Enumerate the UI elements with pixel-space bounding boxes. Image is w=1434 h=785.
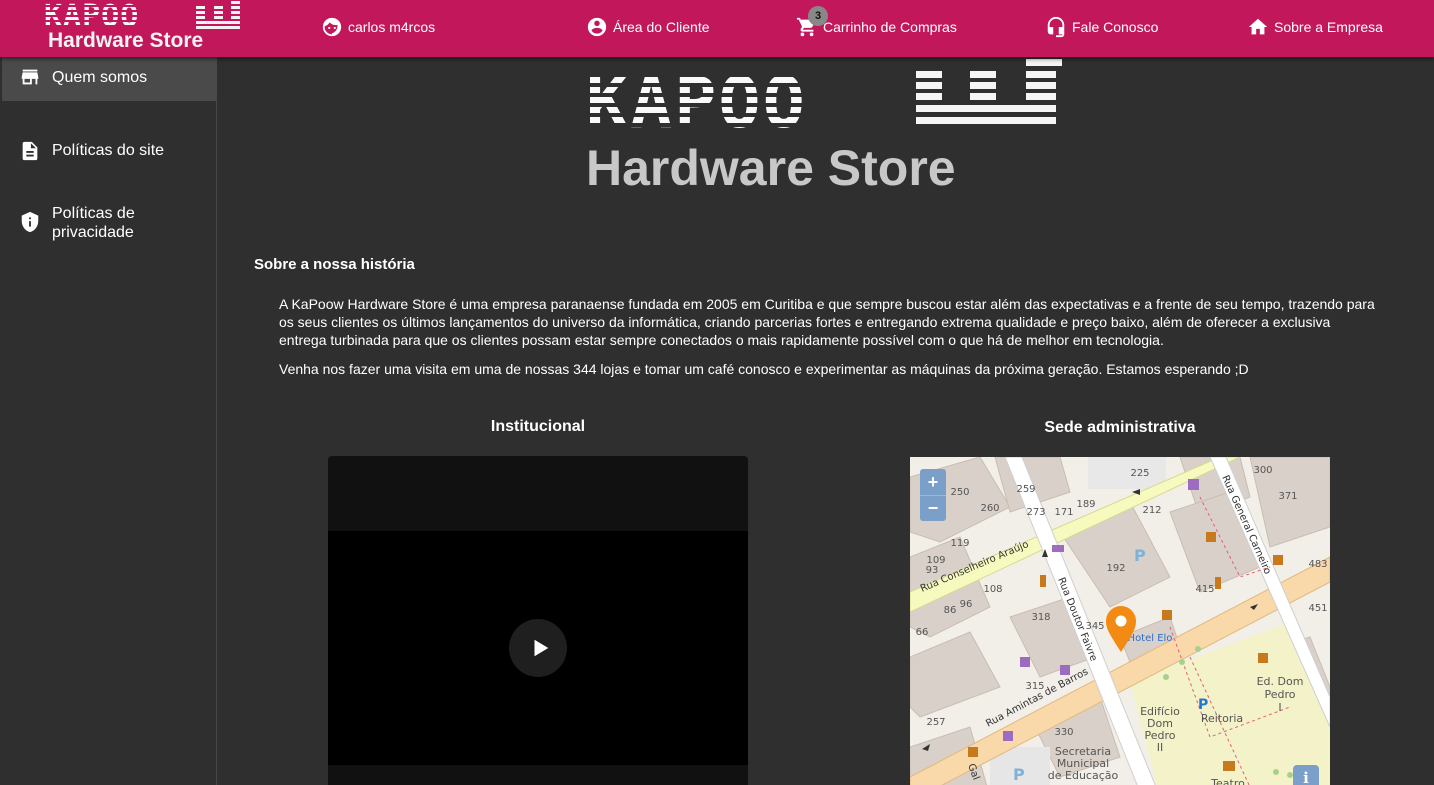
- user-name: carlos m4rcos: [348, 19, 436, 35]
- sidebar: Quem somos Políticas do site Políticas d…: [0, 57, 217, 785]
- svg-text:108: 108: [983, 584, 1002, 595]
- main-content: KAPOO Hardware Store Sobre a nossa histó…: [217, 57, 1434, 785]
- svg-text:66: 66: [916, 627, 929, 638]
- svg-text:260: 260: [980, 503, 999, 514]
- client-area-label: Área do Cliente: [613, 19, 710, 35]
- brand-logo-kapoo: KAPOO: [44, 0, 140, 34]
- svg-text:212: 212: [1142, 505, 1161, 516]
- brand-logo-subtitle: Hardware Store: [48, 29, 204, 52]
- svg-text:Reitoria: Reitoria: [1201, 712, 1243, 725]
- hero-logo-w-mark: [916, 59, 1062, 124]
- svg-text:371: 371: [1278, 491, 1297, 502]
- store-icon: [21, 69, 39, 85]
- svg-text:415: 415: [1195, 584, 1214, 595]
- headquarters-title: Sede administrativa: [1044, 419, 1196, 436]
- svg-text:259: 259: [1016, 484, 1035, 495]
- svg-text:II: II: [1157, 741, 1164, 754]
- map-zoom-in-button[interactable]: +: [920, 469, 946, 495]
- institutional-video-player[interactable]: [328, 456, 748, 785]
- headset-icon: [1047, 16, 1065, 38]
- svg-text:273: 273: [1026, 507, 1045, 518]
- cart-count-badge: 3: [808, 6, 828, 26]
- svg-text:300: 300: [1253, 465, 1272, 476]
- map-zoom-out-button[interactable]: −: [920, 495, 946, 521]
- svg-text:315: 315: [1025, 681, 1044, 692]
- svg-text:86: 86: [944, 605, 957, 616]
- hero-logo-subtitle: Hardware Store: [586, 140, 956, 196]
- svg-text:P: P: [1134, 546, 1146, 565]
- sidebar-item-label: Políticas do site: [52, 142, 165, 159]
- svg-text:225: 225: [1130, 468, 1149, 479]
- client-area-link[interactable]: Área do Cliente: [586, 15, 710, 39]
- contact-label: Fale Conosco: [1072, 19, 1159, 35]
- video-play-button[interactable]: [509, 619, 567, 677]
- institutional-title: Institucional: [490, 418, 586, 435]
- svg-text:96: 96: [960, 599, 973, 610]
- document-icon: [22, 141, 38, 161]
- sidebar-item-politicas-privacidade[interactable]: Políticas de privacidade: [2, 197, 217, 247]
- svg-text:de Educação: de Educação: [1048, 769, 1119, 782]
- sidebar-item-quem-somos[interactable]: Quem somos: [2, 57, 217, 101]
- svg-text:257: 257: [926, 717, 945, 728]
- svg-text:Pedro: Pedro: [1264, 688, 1295, 701]
- hero-logo: KAPOO Hardware Store: [584, 57, 1074, 197]
- svg-text:Hotel Elo: Hotel Elo: [1128, 633, 1173, 644]
- cart-label: Carrinho de Compras: [823, 19, 957, 35]
- brand-logo[interactable]: KAPOO Hardware Store: [44, 0, 244, 55]
- account-circle-icon: [587, 17, 607, 37]
- sidebar-item-label: Quem somos: [52, 69, 148, 86]
- user-face-icon: [322, 17, 342, 37]
- svg-text:Teatro: Teatro: [1210, 777, 1245, 785]
- svg-text:I: I: [1278, 701, 1281, 714]
- sidebar-item-label: Políticas de privacidade: [52, 205, 135, 241]
- svg-text:483: 483: [1308, 559, 1327, 570]
- svg-text:250: 250: [950, 487, 969, 498]
- map-zoom-control: + −: [920, 469, 946, 521]
- svg-text:192: 192: [1106, 563, 1125, 574]
- play-icon: [534, 639, 548, 657]
- cart-link[interactable]: 3 Carrinho de Compras: [796, 6, 957, 39]
- svg-text:318: 318: [1031, 612, 1050, 623]
- svg-text:93: 93: [926, 565, 939, 576]
- about-paragraph-1: A KaPoow Hardware Store é uma empresa pa…: [279, 296, 1375, 348]
- svg-text:451: 451: [1308, 603, 1327, 614]
- svg-text:330: 330: [1054, 727, 1073, 738]
- home-icon: [1248, 18, 1268, 35]
- hero-logo-kapoo: KAPOO: [586, 62, 807, 144]
- svg-text:171: 171: [1054, 507, 1073, 518]
- about-title: Sobre a nossa história: [254, 256, 415, 273]
- svg-text:Ed. Dom: Ed. Dom: [1257, 675, 1304, 688]
- about-paragraph-2: Venha nos fazer uma visita em uma de nos…: [279, 361, 1249, 377]
- svg-text:P: P: [1013, 765, 1025, 784]
- top-navbar: KAPOO Hardware Store carlos m4rcos Área …: [0, 0, 1434, 57]
- shield-icon: [21, 211, 39, 233]
- map-info-button[interactable]: i: [1293, 765, 1319, 785]
- svg-text:189: 189: [1076, 499, 1095, 510]
- sidebar-item-politicas-site[interactable]: Políticas do site: [2, 130, 217, 170]
- svg-text:345: 345: [1085, 621, 1104, 632]
- headquarters-map[interactable]: Rua Conselheiro Araújo Rua Doutor Faivre…: [910, 457, 1330, 785]
- about-company-label: Sobre a Empresa: [1274, 19, 1383, 35]
- user-menu[interactable]: carlos m4rcos: [321, 15, 435, 39]
- contact-link[interactable]: Fale Conosco: [1045, 15, 1158, 39]
- map-tiles: Rua Conselheiro Araújo Rua Doutor Faivre…: [910, 457, 1330, 785]
- svg-text:P: P: [1198, 697, 1208, 713]
- about-company-link[interactable]: Sobre a Empresa: [1247, 15, 1383, 39]
- svg-text:119: 119: [950, 538, 969, 549]
